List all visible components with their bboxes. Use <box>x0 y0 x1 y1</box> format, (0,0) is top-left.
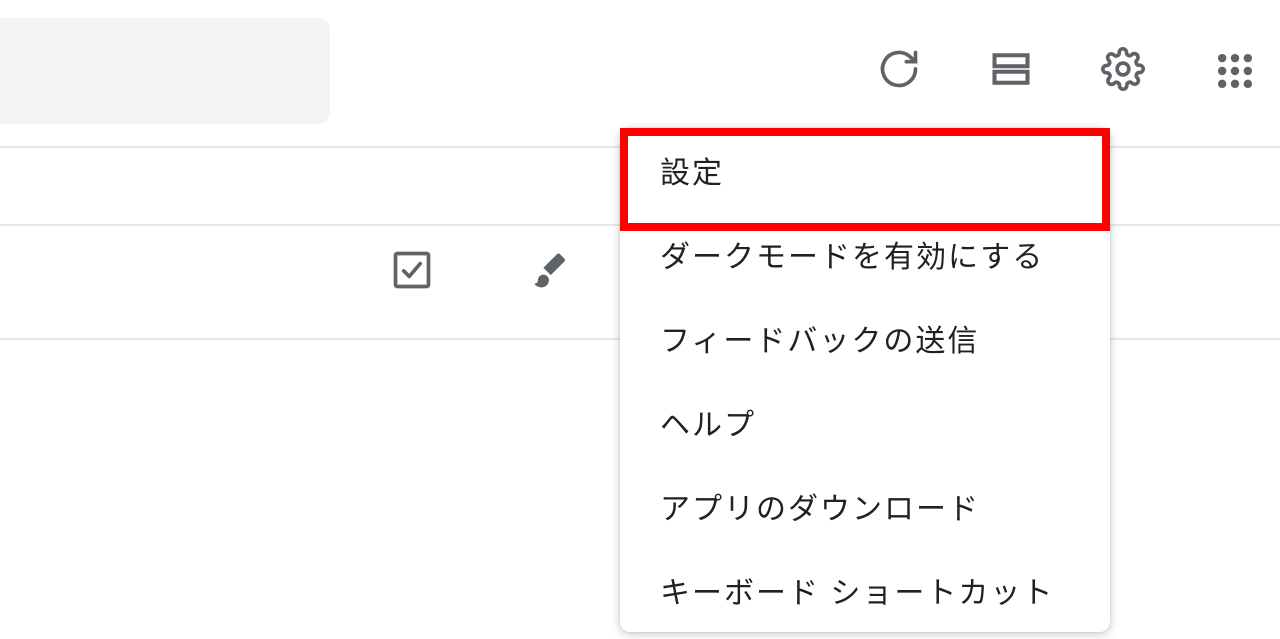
new-list-button[interactable] <box>388 248 436 296</box>
new-drawing-button[interactable] <box>524 248 572 296</box>
settings-dropdown-menu: 設定 ダークモードを有効にする フィードバックの送信 ヘルプ アプリのダウンロー… <box>620 128 1110 632</box>
menu-item-download[interactable]: アプリのダウンロード <box>620 464 1110 548</box>
refresh-icon <box>877 47 921 96</box>
apps-grid-icon <box>1213 49 1257 93</box>
menu-item-dark-mode[interactable]: ダークモードを有効にする <box>620 212 1110 296</box>
gear-icon <box>1101 47 1145 96</box>
note-action-icons <box>388 248 572 296</box>
top-bar <box>0 0 1280 148</box>
menu-item-feedback[interactable]: フィードバックの送信 <box>620 296 1110 380</box>
toolbar-icons <box>876 48 1258 94</box>
list-view-button[interactable] <box>988 48 1034 94</box>
refresh-button[interactable] <box>876 48 922 94</box>
brush-icon <box>526 248 570 297</box>
menu-item-settings[interactable]: 設定 <box>620 128 1110 212</box>
checkbox-icon <box>390 248 434 297</box>
settings-button[interactable] <box>1100 48 1146 94</box>
menu-item-shortcuts[interactable]: キーボード ショートカット <box>620 548 1110 632</box>
search-input[interactable] <box>0 18 330 124</box>
apps-button[interactable] <box>1212 48 1258 94</box>
menu-item-help[interactable]: ヘルプ <box>620 380 1110 464</box>
list-view-icon <box>989 47 1033 96</box>
